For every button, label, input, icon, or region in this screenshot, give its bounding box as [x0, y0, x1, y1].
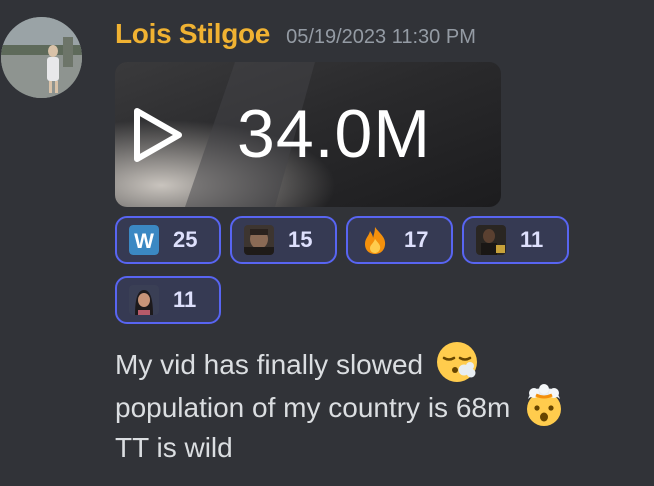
custom-photo-emoji [476, 225, 506, 255]
message-line-text: TT is wild [115, 432, 233, 463]
message-line-text: My vid has finally slowed [115, 349, 424, 380]
reaction-custom-face[interactable]: 15 [230, 216, 337, 264]
view-count: 34.0M [237, 96, 431, 172]
custom-portrait-emoji [129, 285, 159, 315]
exploding-head-emoji [527, 384, 562, 426]
face-exhaling-emoji [436, 342, 477, 382]
reaction-count: 11 [173, 287, 197, 312]
reaction-count: 15 [288, 227, 313, 252]
message-line: My vid has finally slowed [115, 340, 635, 383]
fire-emoji [360, 225, 390, 255]
play-icon[interactable] [127, 105, 187, 165]
reaction-count: 25 [173, 227, 198, 252]
message-content: My vid has finally slowed population of … [115, 340, 635, 469]
chat-message: Lois Stilgoe 05/19/2023 11:30 PM 34.0M W… [0, 0, 654, 486]
message-line: population of my country is 68m [115, 383, 635, 426]
svg-text:W: W [134, 230, 154, 253]
reaction-fire[interactable]: 17 [346, 216, 453, 264]
video-embed[interactable]: 34.0M [115, 62, 501, 207]
reaction-w[interactable]: W 25 [115, 216, 221, 264]
custom-face-emoji [244, 225, 274, 255]
avatar[interactable] [1, 17, 82, 98]
timestamp[interactable]: 05/19/2023 11:30 PM [286, 26, 476, 49]
reaction-count: 11 [520, 227, 544, 252]
reaction-custom-portrait[interactable]: 11 [115, 276, 221, 324]
reaction-count: 17 [404, 227, 429, 252]
username[interactable]: Lois Stilgoe [115, 18, 270, 50]
message-line-text: population of my country is 68m [115, 392, 511, 423]
reaction-custom-photo[interactable]: 11 [462, 216, 569, 264]
message-header: Lois Stilgoe 05/19/2023 11:30 PM [115, 18, 476, 58]
message-line: TT is wild [115, 426, 635, 469]
w-letter-emoji: W [129, 225, 159, 255]
